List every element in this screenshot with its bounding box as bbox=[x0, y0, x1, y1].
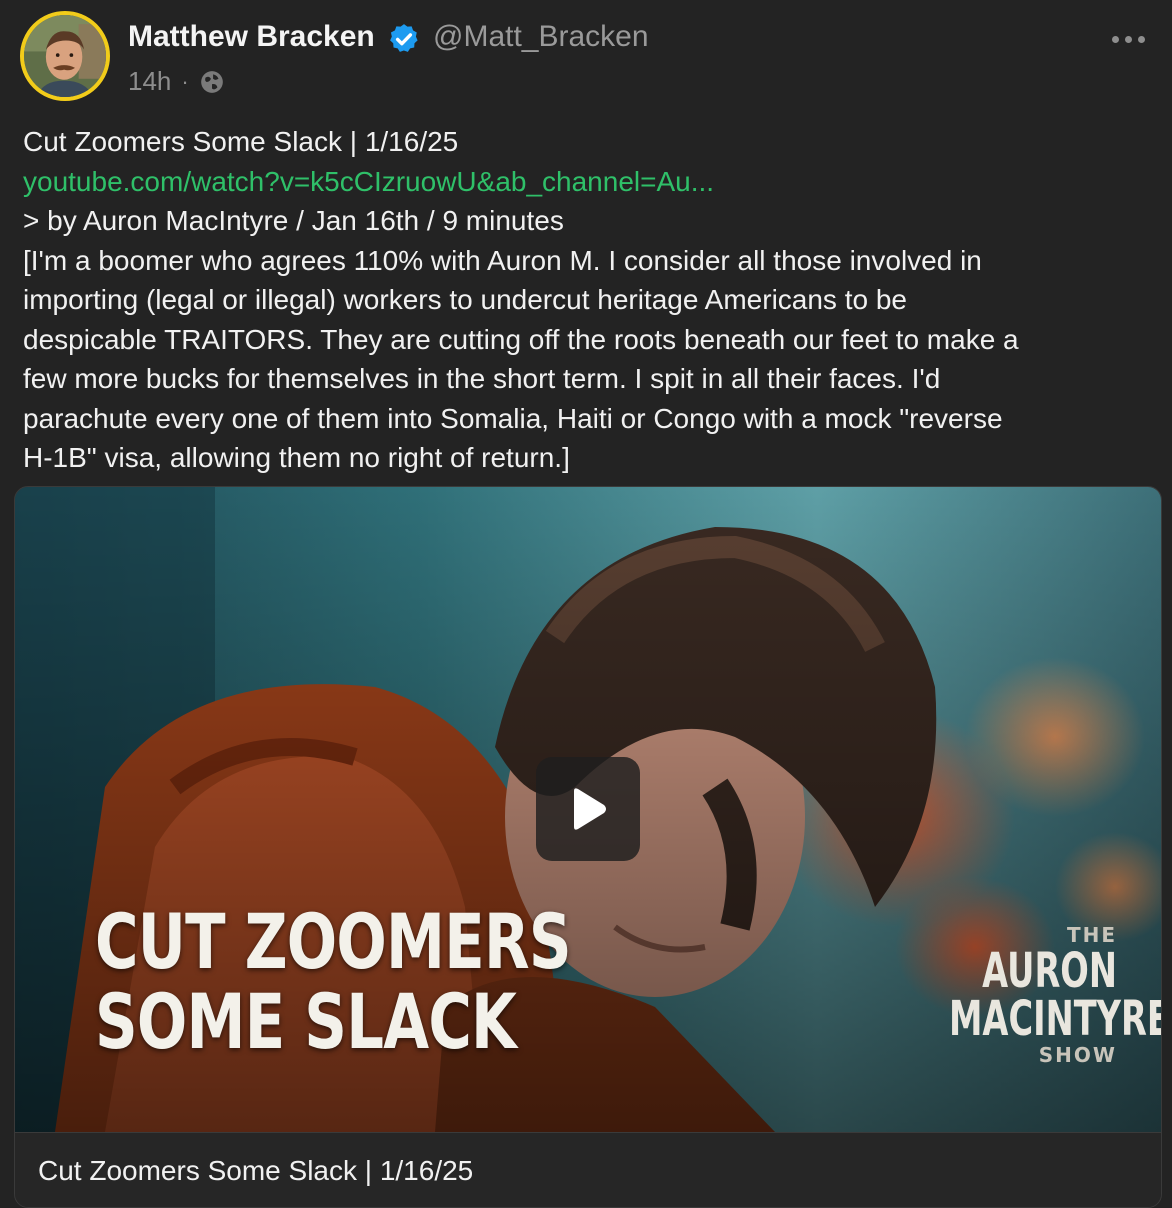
post-body-line: importing (legal or illegal) workers to … bbox=[23, 284, 907, 315]
post-title-line: Cut Zoomers Some Slack | 1/16/25 bbox=[23, 126, 459, 157]
video-caption-title: Cut Zoomers Some Slack | 1/16/25 bbox=[38, 1155, 474, 1186]
post-body-line: [I'm a boomer who agrees 110% with Auron… bbox=[23, 244, 982, 276]
show-logo-auron: AURON bbox=[982, 943, 1117, 999]
globe-icon bbox=[200, 70, 223, 93]
video-caption[interactable]: Cut Zoomers Some Slack | 1/16/25 bbox=[15, 1132, 1161, 1207]
thumbnail-title-line: CUT ZOOMERS bbox=[95, 897, 572, 986]
post-body-line: > by Auron MacIntyre / Jan 16th / 9 minu… bbox=[23, 205, 564, 236]
video-thumbnail[interactable]: CUT ZOOMERS SOME SLACK THE AURON MACINTY… bbox=[15, 487, 1161, 1132]
author-handle[interactable]: @Matt_Bracken bbox=[433, 20, 649, 54]
video-link[interactable]: youtube.com/watch?v=k5cCIzruowU&ab_chann… bbox=[23, 162, 1143, 202]
post-timestamp[interactable]: 14h bbox=[128, 66, 171, 97]
post-body-line: few more bucks for themselves in the sho… bbox=[23, 363, 941, 394]
play-button[interactable] bbox=[536, 757, 640, 861]
post-body-line: despicable TRAITORS. They are cutting of… bbox=[23, 323, 1019, 355]
post-meta: 14h · bbox=[128, 66, 225, 97]
verified-badge-icon bbox=[390, 24, 418, 52]
video-embed-card[interactable]: CUT ZOOMERS SOME SLACK THE AURON MACINTY… bbox=[14, 486, 1162, 1208]
thumbnail-title: CUT ZOOMERS SOME SLACK bbox=[95, 897, 572, 1066]
author-avatar[interactable] bbox=[20, 11, 110, 101]
post-body-line: H-1B" visa, allowing them no right of re… bbox=[23, 442, 570, 473]
show-logo: THE AURON MACINTYRE SHOW bbox=[877, 923, 1161, 1067]
avatar-portrait bbox=[24, 15, 106, 97]
more-options-icon[interactable] bbox=[1112, 36, 1145, 43]
post-body-line: parachute every one of them into Somalia… bbox=[23, 402, 1003, 434]
meta-separator: · bbox=[181, 68, 189, 94]
play-icon bbox=[574, 788, 606, 830]
author-name[interactable]: Matthew Bracken bbox=[128, 20, 375, 54]
thumbnail-title-line: SOME SLACK bbox=[95, 977, 517, 1066]
post-body: Cut Zoomers Some Slack | 1/16/25 youtube… bbox=[23, 122, 1143, 478]
show-logo-macintyre: MACINTYRE bbox=[949, 991, 1161, 1047]
